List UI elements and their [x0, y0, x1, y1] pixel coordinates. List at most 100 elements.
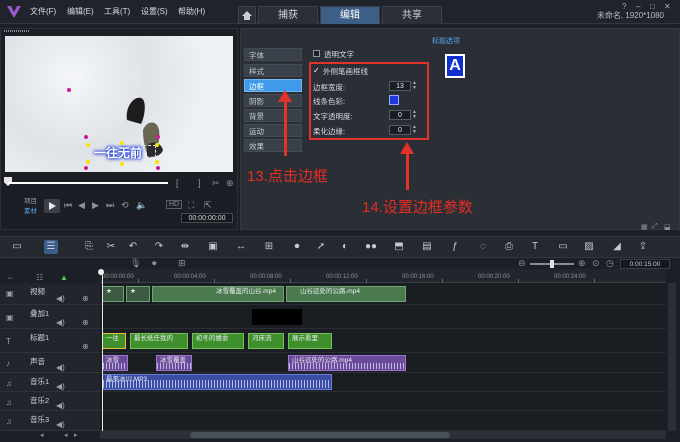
- track-list-icon[interactable]: ☷: [36, 274, 48, 282]
- scroll-left-icon[interactable]: ◂: [40, 431, 44, 439]
- playhead[interactable]: [102, 271, 103, 431]
- voice-clip[interactable]: 冰雪覆盖: [156, 355, 192, 371]
- text-transparency-input[interactable]: 0: [389, 110, 411, 120]
- zoom-in-icon[interactable]: ⊕: [226, 178, 234, 189]
- side-tab-border[interactable]: 边框: [244, 79, 302, 92]
- stretch-icon[interactable]: ↔: [234, 240, 248, 254]
- text-transparency-spinner[interactable]: ▲ ▼: [412, 110, 417, 120]
- fit-icon[interactable]: ⇹: [178, 240, 192, 254]
- mute-icon[interactable]: ◀): [56, 420, 65, 429]
- chart-icon[interactable]: ◢: [610, 240, 624, 254]
- side-tab-font[interactable]: 字体: [244, 48, 302, 61]
- lane-music1[interactable]: 最美冰川.MP3: [100, 373, 666, 392]
- mute-icon[interactable]: ◀): [56, 382, 65, 391]
- resize-handle[interactable]: [86, 160, 90, 164]
- music-clip[interactable]: 最美冰川.MP3: [102, 374, 332, 390]
- rotate-handle[interactable]: [84, 166, 88, 170]
- volume-icon[interactable]: 🔈: [136, 200, 147, 211]
- resize-handle[interactable]: [155, 143, 159, 147]
- video-clip[interactable]: 冰雪覆盖的山谷.mp4: [152, 286, 284, 302]
- expand-icon[interactable]: ⇱: [204, 200, 212, 211]
- video-clip[interactable]: ★: [126, 286, 150, 302]
- mute-icon[interactable]: ◀): [56, 401, 65, 410]
- track-manager-icon[interactable]: ⊞: [262, 240, 276, 254]
- lane-music2[interactable]: [100, 392, 666, 411]
- menu-settings[interactable]: 设置(S): [141, 6, 168, 17]
- rotate-handle[interactable]: [156, 166, 160, 170]
- lock-icon[interactable]: ⊕: [82, 342, 89, 351]
- scrub-bar[interactable]: [8, 182, 168, 184]
- close-icon[interactable]: ✕: [664, 2, 671, 11]
- title-clip[interactable]: 河床流: [248, 333, 284, 349]
- side-tab-shadow[interactable]: 阴影: [244, 94, 302, 107]
- menu-edit[interactable]: 编辑(E): [67, 6, 94, 17]
- rotate-handle[interactable]: [156, 135, 160, 139]
- home-skip-icon[interactable]: ⏮: [64, 200, 72, 211]
- voice-clip[interactable]: 冰雪: [102, 355, 128, 371]
- overlay-clip[interactable]: [252, 309, 302, 325]
- horizontal-scroll-thumb[interactable]: [190, 432, 450, 438]
- mute-icon[interactable]: ◀): [56, 363, 65, 372]
- timeline-view-icon[interactable]: ☰: [44, 240, 58, 254]
- screen-icon[interactable]: ▣: [206, 240, 220, 254]
- mic-icon[interactable]: 🎙: [130, 258, 141, 269]
- mark-in-icon[interactable]: [: [176, 178, 179, 188]
- split-audio-icon[interactable]: ⊞: [178, 258, 186, 269]
- copy-icon[interactable]: ⎘: [82, 240, 96, 254]
- lane-title1[interactable]: 一往 最长纸任我的 初冬的嬉耍 河床流 展示看里: [100, 329, 666, 353]
- lane-voice[interactable]: 冰雪 冰雪覆盖 山谷远处的公路.mp4: [100, 353, 666, 373]
- side-tab-style[interactable]: 样式: [244, 64, 302, 77]
- soft-edge-input[interactable]: 0: [389, 125, 411, 135]
- border-width-input[interactable]: 13: [389, 81, 411, 91]
- vertical-scrollbar[interactable]: [668, 283, 676, 431]
- border-width-spinner[interactable]: ▲ ▼: [412, 81, 417, 91]
- tab-share[interactable]: 共享: [382, 6, 442, 24]
- timeline-ruler[interactable]: 00:00:00:00 00:00:04:00 00:00:08:00 00:0…: [100, 269, 666, 283]
- menu-help[interactable]: 帮助(H): [178, 6, 205, 17]
- resize-handle[interactable]: [155, 160, 159, 164]
- lane-music3[interactable]: [100, 411, 666, 431]
- image-icon[interactable]: ▨: [582, 240, 596, 254]
- fx-icon[interactable]: ƒ: [448, 240, 462, 254]
- next-frame-icon[interactable]: ▶: [92, 200, 99, 211]
- transparent-text-checkbox[interactable]: [313, 50, 320, 57]
- text-box-icon[interactable]: ▭: [556, 240, 570, 254]
- tab-edit[interactable]: 编辑: [320, 6, 380, 24]
- zoom-time-display[interactable]: 0:00:15:00: [620, 259, 670, 269]
- side-tab-effects[interactable]: 效果: [244, 139, 302, 152]
- lasso-icon[interactable]: ◌: [476, 240, 490, 254]
- playhead-handle[interactable]: [98, 269, 104, 275]
- title-clip[interactable]: 最长纸任我的: [130, 333, 188, 349]
- tab-home[interactable]: [238, 6, 256, 24]
- fullscreen-icon[interactable]: ⛶: [188, 200, 194, 211]
- side-tab-motion[interactable]: 运动: [244, 124, 302, 137]
- title-clip[interactable]: 一往: [102, 333, 126, 349]
- lane-video[interactable]: ★ ★ 冰雪覆盖的山谷.mp4 山谷远处的公路.mp4: [100, 283, 666, 305]
- motion-icon[interactable]: ➚: [314, 240, 328, 254]
- outer-stroke-check-icon[interactable]: ✓: [313, 66, 320, 75]
- title-clip[interactable]: 展示看里: [288, 333, 332, 349]
- play-button[interactable]: [44, 199, 60, 213]
- export-icon[interactable]: ⇪: [636, 240, 650, 254]
- line-color-swatch[interactable]: [389, 95, 399, 105]
- mask-icon[interactable]: ◐: [338, 240, 352, 254]
- resize-handle[interactable]: [120, 141, 124, 145]
- fit-timeline-icon[interactable]: ⊙: [592, 258, 600, 269]
- hd-toggle[interactable]: HD: [166, 200, 183, 209]
- record-voice-icon[interactable]: ⏺: [152, 258, 157, 269]
- zoom-out-icon[interactable]: ⊖: [518, 258, 526, 269]
- track-manager-icon[interactable]: ⇔: [6, 274, 18, 282]
- group-icon[interactable]: ●●: [364, 240, 378, 254]
- menu-file[interactable]: 文件(F): [30, 6, 56, 17]
- title-clip[interactable]: 初冬的嬉耍: [192, 333, 244, 349]
- title-icon[interactable]: T: [528, 240, 542, 254]
- trim-icon[interactable]: ✂: [104, 240, 118, 254]
- end-skip-icon[interactable]: ⏭: [106, 200, 114, 211]
- video-clip[interactable]: 山谷远处的公路.mp4: [286, 286, 406, 302]
- pivot-handle[interactable]: [67, 88, 71, 92]
- scroll-left-end-icon[interactable]: ◂: [64, 431, 68, 439]
- scroll-right-icon[interactable]: ▸: [74, 431, 78, 439]
- zoom-thumb[interactable]: [550, 260, 554, 268]
- ripple-icon[interactable]: ▲: [60, 274, 72, 282]
- split-icon[interactable]: ✂: [212, 178, 220, 189]
